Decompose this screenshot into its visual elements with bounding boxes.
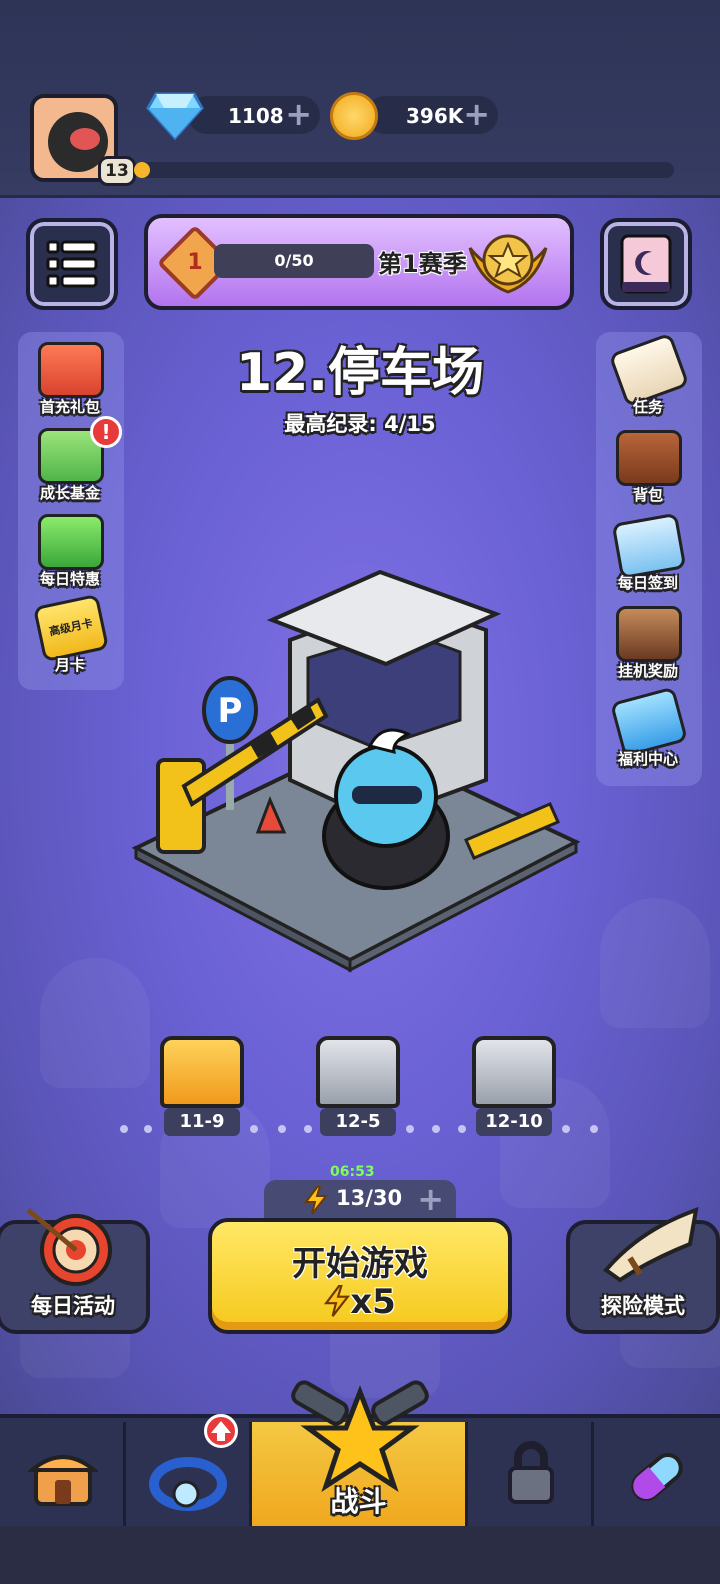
monthly-card-icon: 高级月卡 [32,593,110,663]
silver-chest-icon [472,1036,556,1108]
pig-snout-icon [70,128,100,150]
megaphone-icon [609,686,689,758]
alert-badge: ! [90,416,122,448]
svg-text:P: P [218,691,243,731]
monthly-card[interactable]: 高级月卡 月卡 [20,593,120,686]
daily-checkin-label: 每日签到 [617,574,678,592]
horn-icon [603,1206,699,1283]
lightning-icon [304,1186,328,1214]
right-menu-panel: 任务 背包 每日签到 挂机奖励 福利中心 [596,332,702,786]
nav-tab-equipment[interactable] [126,1414,252,1526]
season-rank-value: 1 [187,250,203,275]
gold-value: 396K [406,104,464,128]
gift-icon [38,342,104,398]
chest-label: 12-5 [320,1108,396,1136]
season-panel[interactable]: 1 0/50 第1赛季 [144,214,574,310]
shop-icon [28,1455,98,1506]
welfare-center-label: 福利中心 [617,750,678,768]
shopping-basket-icon [38,514,104,570]
list-menu-icon [46,240,98,288]
quests[interactable]: 任务 [598,332,698,428]
hourglass-icon [616,606,682,662]
daily-deals[interactable]: 每日特惠 [20,514,120,600]
daily-deals-label: 每日特惠 [39,570,100,588]
chest-label: 12-10 [476,1108,552,1136]
idle-rewards[interactable]: 挂机奖励 [598,606,698,692]
star-cannon-icon [291,1380,429,1492]
diamond-icon [146,92,204,140]
codex-button[interactable] [600,218,692,310]
chest-12-10[interactable]: 12-10 [472,1036,556,1136]
gold-coin-icon [330,92,378,140]
nav-battle-label: 战斗 [330,1485,387,1518]
season-title: 第1赛季 [378,250,467,278]
growth-fund-label: 成长基金 [39,484,100,502]
moon-book-icon [620,234,672,294]
left-menu-panel: 首充礼包 ! 成长基金 每日特惠 高级月卡 月卡 [18,332,124,690]
season-progress-bar: 0/50 [214,244,374,278]
gold-counter: 396K + [366,96,498,134]
backpack-icon [616,430,682,486]
adventure-mode-label: 探险模式 [601,1294,685,1318]
silver-chest-icon [316,1036,400,1108]
welfare-center[interactable]: 福利中心 [598,686,698,780]
energy-timer: 06:53 [330,1164,375,1180]
idle-rewards-label: 挂机奖励 [617,662,678,680]
xp-progress-fill [134,162,151,178]
energy-value: 13/30 [336,1186,403,1210]
start-game-button[interactable]: 开始游戏 x5 [208,1218,512,1334]
gold-chest-icon [160,1036,244,1108]
system-bar [0,1526,720,1584]
gold-add-button[interactable]: + [463,98,490,130]
energy-counter: 06:53 13/30 + [264,1164,456,1218]
adventure-mode-button[interactable]: 探险模式 [566,1206,720,1334]
gem-counter: 1108 + [188,96,320,134]
season-wing-star-icon [468,234,548,294]
start-game-label: 开始游戏 [292,1244,428,1284]
start-game-cost-value: x5 [350,1282,396,1322]
nav-tab-battle[interactable]: 战斗 [252,1380,468,1526]
target-arrow-icon [26,1208,112,1286]
gem-add-button[interactable]: + [285,98,312,130]
chest-11-9[interactable]: 11-9 [160,1036,244,1136]
backpack[interactable]: 背包 [598,430,698,516]
nav-tab-capsule[interactable] [594,1422,720,1526]
quests-label: 任务 [632,398,663,416]
backpack-label: 背包 [632,486,663,504]
first-recharge-gift-label: 首充礼包 [39,398,100,416]
gem-value: 1108 [228,104,284,128]
energy-add-button[interactable]: + [417,1180,444,1218]
clipboard-icon [611,512,687,580]
lightning-icon [324,1284,351,1317]
upgrade-arrow-badge [204,1414,238,1448]
start-game-cost: x5 [212,1282,508,1322]
chest-12-5[interactable]: 12-5 [316,1036,400,1136]
daily-activity-button[interactable]: 每日活动 [0,1208,150,1334]
chest-label: 11-9 [164,1108,240,1136]
daily-activity-label: 每日活动 [31,1294,115,1318]
capsule-icon [631,1453,683,1501]
growth-fund[interactable]: ! 成长基金 [20,416,122,514]
parking-lot-scene: P [131,569,581,973]
monthly-card-label: 月卡 [54,656,85,674]
nav-tab-locked[interactable] [468,1422,594,1526]
player-level-badge: 13 [98,156,136,186]
xp-progress-bar [134,162,674,178]
bottom-nav: 战斗 [0,1380,720,1526]
nav-tab-shop[interactable] [0,1422,126,1526]
menu-button[interactable] [26,218,118,310]
daily-checkin[interactable]: 每日签到 [598,512,698,604]
ring-icon [149,1457,227,1511]
lock-icon [508,1441,554,1504]
